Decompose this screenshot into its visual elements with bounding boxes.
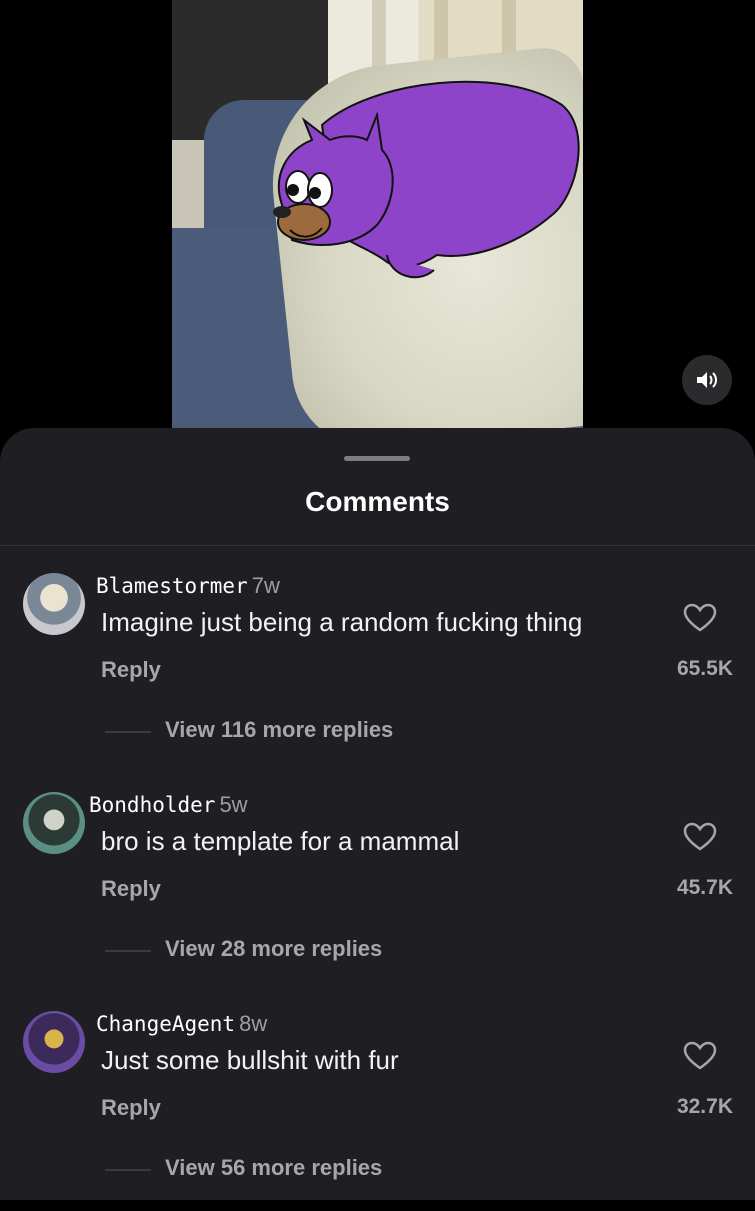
avatar[interactable] <box>23 573 85 635</box>
reply-button[interactable]: Reply <box>101 876 161 902</box>
view-replies-button[interactable]: View 28 more replies <box>165 936 382 962</box>
replies-divider <box>105 1169 151 1171</box>
video-player[interactable] <box>172 0 583 430</box>
comments-sheet: Comments Blamestormer 7w Imagine just bei… <box>0 428 755 1200</box>
heart-icon[interactable] <box>683 1041 717 1071</box>
like-count: 45.7K <box>676 876 733 899</box>
like-count: 32.7K <box>676 1095 733 1118</box>
username-text[interactable]: ChangeAgent <box>96 1012 235 1036</box>
view-replies-button[interactable]: View 116 more replies <box>165 717 393 743</box>
avatar[interactable] <box>23 1011 85 1073</box>
heart-icon[interactable] <box>683 822 717 852</box>
reply-button[interactable]: Reply <box>101 1095 161 1121</box>
comment-text: Imagine just being a random fucking thin… <box>101 607 583 637</box>
username[interactable]: ChangeAgent 8w <box>96 1011 267 1037</box>
username-text[interactable]: Bondholder <box>89 793 215 817</box>
comment-text: Just some bullshit with fur <box>101 1045 399 1075</box>
username[interactable]: Bondholder 5w <box>89 792 248 818</box>
replies-divider <box>105 731 151 733</box>
comment-age: 5w <box>219 792 248 817</box>
like-count: 65.5K <box>676 657 733 680</box>
comment-item: ChangeAgent 8w Just some bullshit with fu… <box>0 1011 755 1211</box>
comment-age: 7w <box>251 573 280 598</box>
username[interactable]: Blamestormer 7w <box>96 573 280 599</box>
comment-item: Bondholder 5w bro is a template for a mam… <box>0 792 755 992</box>
heart-icon[interactable] <box>683 603 717 633</box>
comment-age: 8w <box>239 1011 268 1036</box>
divider <box>0 545 755 546</box>
sheet-title: Comments <box>305 486 450 517</box>
comment-text: bro is a template for a mammal <box>101 826 460 856</box>
replies-divider <box>105 950 151 952</box>
speaker-icon <box>697 372 717 388</box>
comment-item: Blamestormer 7w Imagine just being a rand… <box>0 573 755 773</box>
drag-handle[interactable] <box>344 456 410 461</box>
avatar[interactable] <box>23 792 85 854</box>
cat-drawing <box>273 80 580 279</box>
view-replies-button[interactable]: View 56 more replies <box>165 1155 382 1181</box>
reply-button[interactable]: Reply <box>101 657 161 683</box>
username-text[interactable]: Blamestormer <box>96 574 248 598</box>
sound-toggle-button[interactable] <box>682 355 732 405</box>
